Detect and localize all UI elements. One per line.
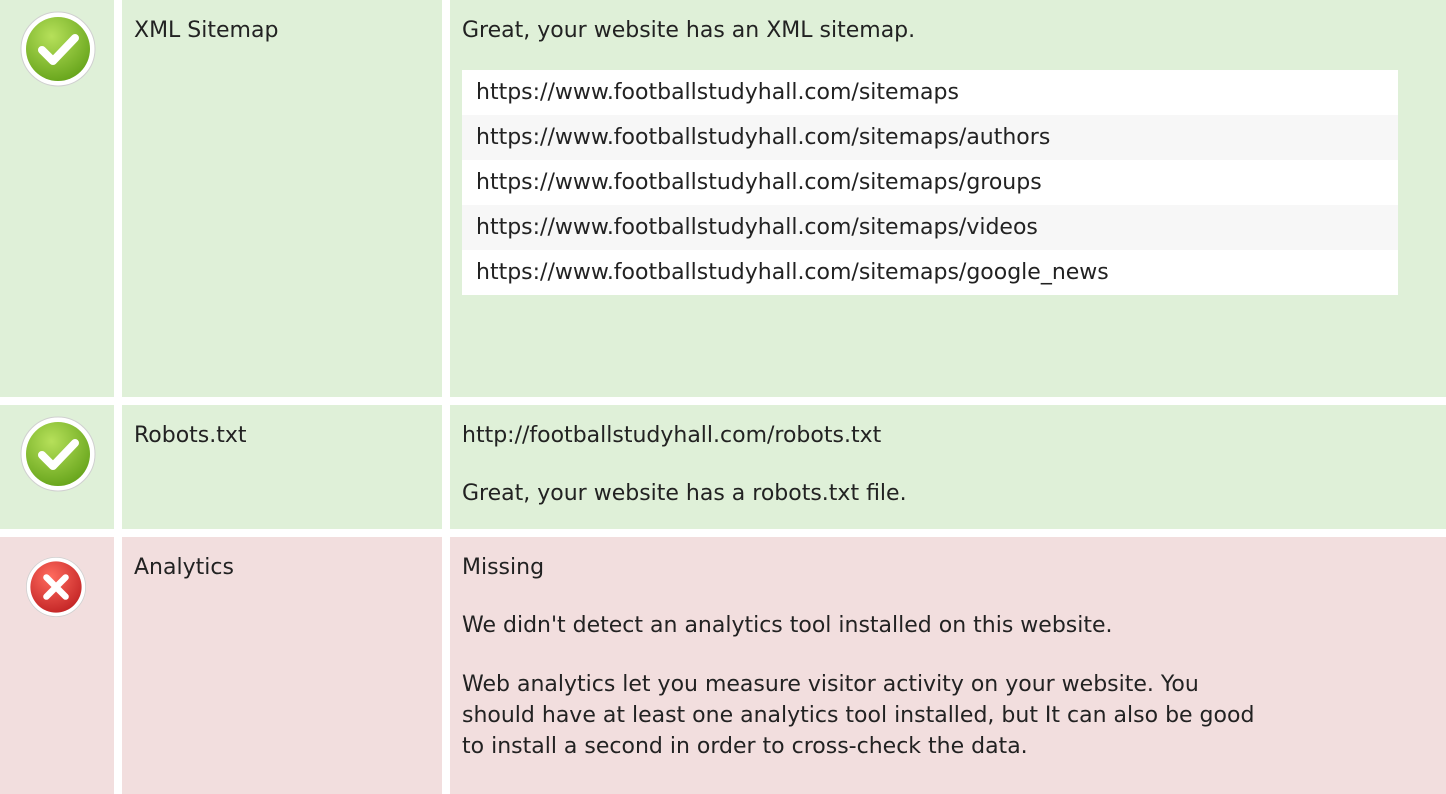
sitemap-url-list: https://www.footballstudyhall.com/sitema…	[462, 70, 1398, 295]
analytics-status-cell	[0, 537, 114, 794]
cross-icon	[26, 557, 86, 617]
check-icon	[20, 11, 96, 87]
analytics-label: Analytics	[134, 555, 234, 580]
sitemap-url-item: https://www.footballstudyhall.com/sitema…	[462, 115, 1398, 160]
sitemap-url-item: https://www.footballstudyhall.com/sitema…	[462, 205, 1398, 250]
robots-content-cell: http://footballstudyhall.com/robots.txt …	[450, 405, 1446, 529]
sitemap-status-cell	[0, 0, 114, 397]
robots-label: Robots.txt	[134, 423, 247, 448]
analytics-details: Web analytics let you measure visitor ac…	[462, 672, 1255, 759]
check-icon	[20, 416, 96, 492]
robots-url: http://footballstudyhall.com/robots.txt	[462, 423, 882, 448]
robots-name-cell: Robots.txt	[122, 405, 442, 529]
robots-row: Robots.txt http://footballstudyhall.com/…	[0, 405, 1446, 529]
sitemap-label: XML Sitemap	[134, 18, 279, 43]
sitemap-message: Great, your website has an XML sitemap.	[462, 18, 916, 43]
sitemap-url-item: https://www.footballstudyhall.com/sitema…	[462, 160, 1398, 205]
analytics-message: We didn't detect an analytics tool insta…	[462, 613, 1113, 638]
analytics-name-cell: Analytics	[122, 537, 442, 794]
analytics-status: Missing	[462, 555, 545, 580]
sitemap-row: XML Sitemap Great, your website has an X…	[0, 0, 1446, 397]
robots-message: Great, your website has a robots.txt fil…	[462, 481, 907, 506]
sitemap-content-cell: Great, your website has an XML sitemap. …	[450, 0, 1446, 397]
sitemap-url-item: https://www.footballstudyhall.com/sitema…	[462, 250, 1398, 295]
sitemap-name-cell: XML Sitemap	[122, 0, 442, 397]
sitemap-url-item: https://www.footballstudyhall.com/sitema…	[462, 70, 1398, 115]
analytics-content-cell: Missing We didn't detect an analytics to…	[450, 537, 1446, 794]
analytics-row: Analytics Missing We didn't detect an an…	[0, 537, 1446, 794]
robots-status-cell	[0, 405, 114, 529]
